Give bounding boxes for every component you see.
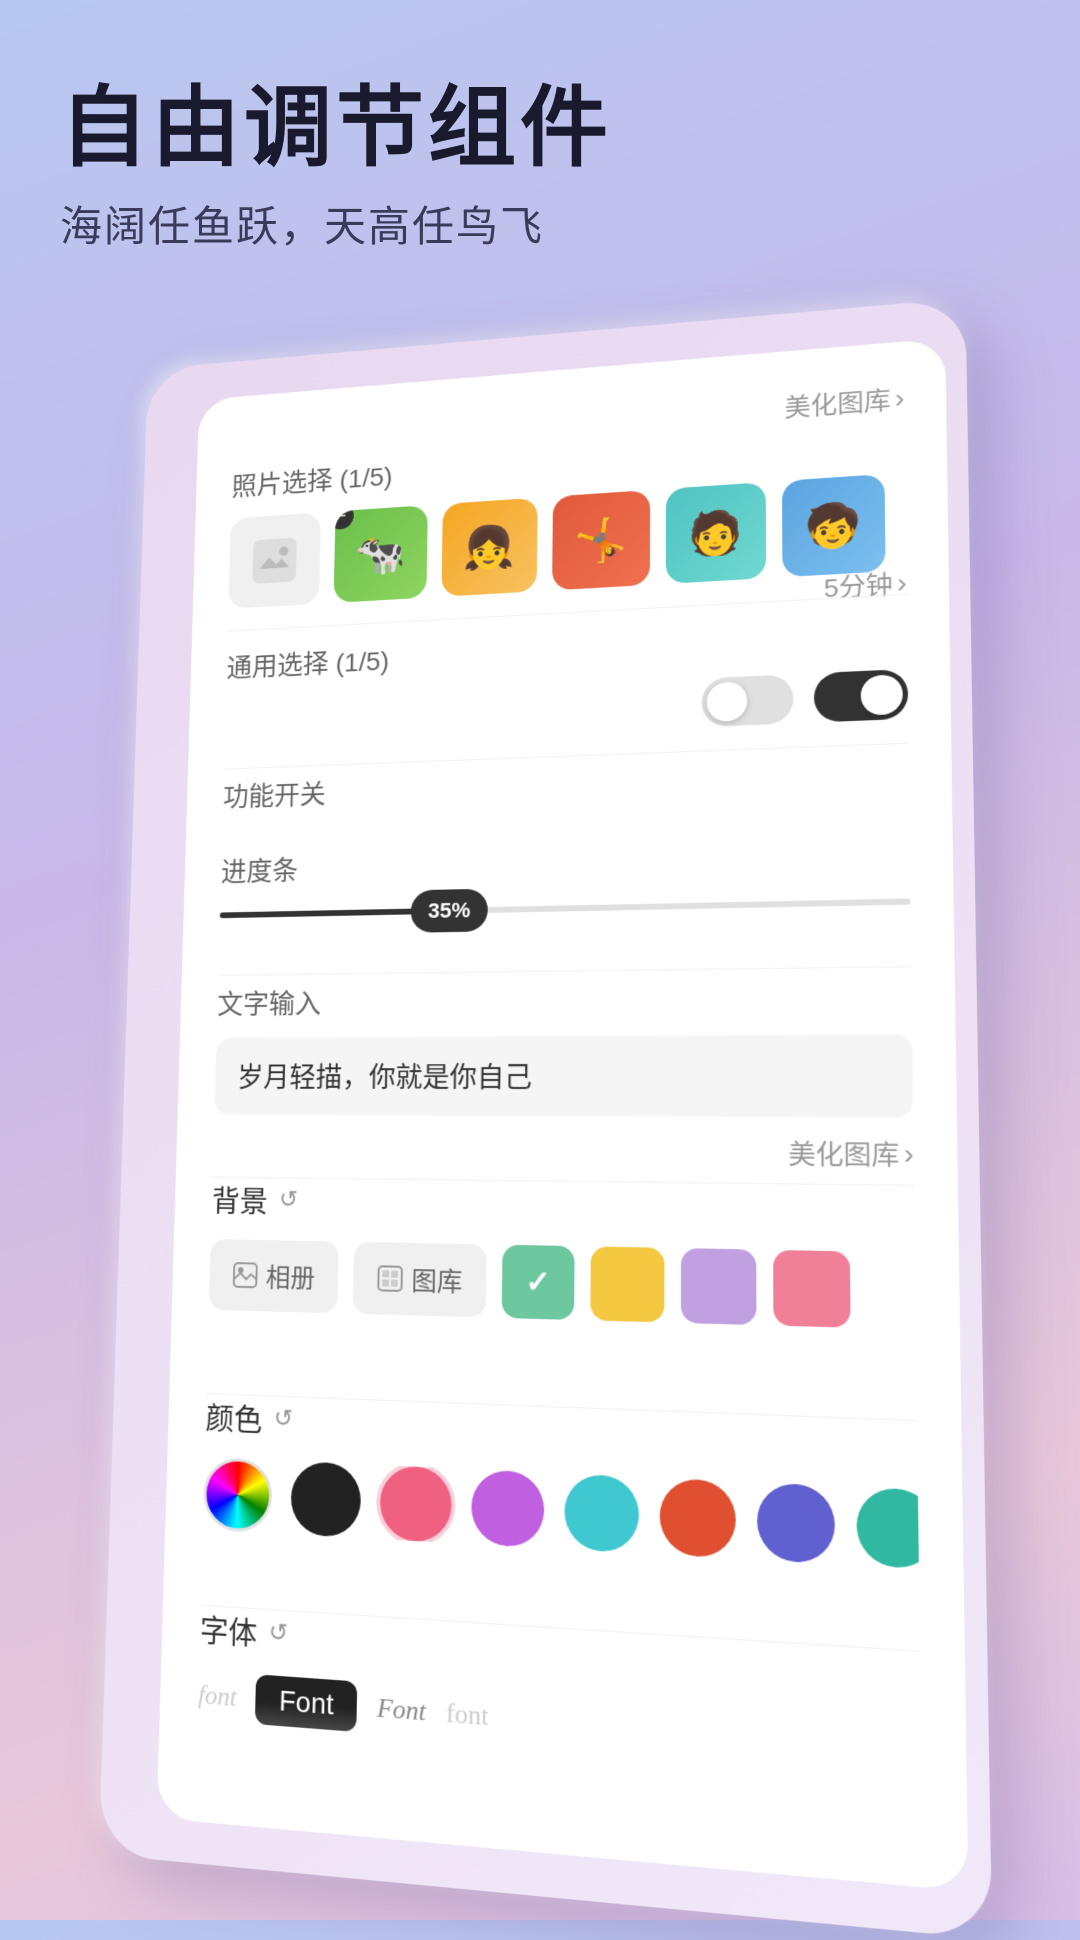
album-icon: [232, 1261, 259, 1289]
header-section: 自由调节组件 海阔任鱼跃，天高任鸟飞: [60, 80, 612, 254]
func-switch-label: 功能开关: [223, 753, 910, 815]
white-card: 美化图库 照片选择 (1/5) − 🐄: [157, 338, 969, 1891]
progress-track[interactable]: 35%: [220, 898, 911, 918]
background-row: 相册 图库: [209, 1239, 916, 1330]
meihualibrary-link[interactable]: 美化图库: [784, 380, 904, 425]
swatch-pink[interactable]: [773, 1250, 850, 1328]
font-label: 字体: [199, 1605, 257, 1654]
album-button[interactable]: 相册: [209, 1239, 339, 1313]
color-row: [203, 1457, 919, 1569]
swatch-green-selected[interactable]: [502, 1245, 575, 1320]
toggle-on-knob: [861, 674, 903, 716]
swatch-yellow[interactable]: [590, 1246, 664, 1322]
photo-add-button[interactable]: [228, 512, 321, 609]
toggle-off[interactable]: [702, 674, 794, 727]
photo-thumb-3[interactable]: 🤸: [552, 490, 650, 590]
background-header: 背景 ↺: [211, 1177, 914, 1232]
background-reset-icon[interactable]: ↺: [279, 1185, 299, 1214]
color-black[interactable]: [290, 1461, 361, 1538]
album-label: 相册: [265, 1257, 315, 1295]
gallery-icon: [376, 1264, 404, 1293]
font-reset-icon[interactable]: ↺: [268, 1617, 288, 1648]
progress-thumb[interactable]: 35%: [410, 889, 488, 933]
progress-label: 进度条: [221, 833, 911, 890]
photo-thumb-5[interactable]: 🧒: [782, 474, 886, 577]
general-section: 通用选择 (1/5): [225, 613, 909, 746]
gallery-button[interactable]: 图库: [353, 1242, 487, 1318]
divider-3: [218, 966, 911, 976]
meihualibrary-link2[interactable]: 美化图库: [213, 1130, 914, 1173]
toggle-off-knob: [707, 681, 748, 722]
toggle-on[interactable]: [814, 669, 909, 723]
text-input-label: 文字输入: [217, 976, 912, 1022]
photo-thumb-2[interactable]: 👧: [441, 498, 537, 597]
color-wheel[interactable]: [203, 1457, 273, 1533]
time-link[interactable]: 5分钟: [824, 564, 907, 605]
color-orange[interactable]: [660, 1478, 736, 1559]
photo-thumb-1[interactable]: − 🐄: [334, 505, 428, 603]
background-label: 背景: [211, 1177, 268, 1221]
background-section: 背景 ↺ 相册: [209, 1177, 916, 1330]
text-input-section: 文字输入 岁月轻描，你就是你自己 美化图库: [213, 976, 914, 1173]
photo-thumb-4[interactable]: 🧑: [666, 482, 766, 584]
color-reset-icon[interactable]: ↺: [273, 1403, 293, 1433]
color-blue[interactable]: [757, 1482, 835, 1564]
progress-section: 进度条 35%: [220, 833, 911, 918]
color-cyan[interactable]: [564, 1473, 639, 1553]
swatch-purple[interactable]: [681, 1248, 757, 1325]
text-input-box[interactable]: 岁月轻描，你就是你自己: [214, 1034, 913, 1117]
phone-mockup: 美化图库 照片选择 (1/5) − 🐄: [99, 298, 992, 1940]
color-purple[interactable]: [471, 1469, 545, 1548]
photo-section: 照片选择 (1/5) − 🐄 👧: [228, 418, 906, 609]
image-add-icon: [252, 538, 296, 584]
header-subtitle: 海阔任鱼跃，天高任鸟飞: [60, 193, 612, 254]
color-pink-selected[interactable]: [380, 1465, 452, 1543]
color-teal[interactable]: [856, 1487, 919, 1569]
color-section: 颜色 ↺: [203, 1393, 919, 1569]
color-label: 颜色: [205, 1393, 263, 1439]
header-title: 自由调节组件: [60, 80, 612, 177]
color-header: 颜色 ↺: [205, 1393, 917, 1468]
gallery-label: 图库: [411, 1260, 463, 1299]
remove-photo-1-icon[interactable]: −: [334, 505, 354, 530]
